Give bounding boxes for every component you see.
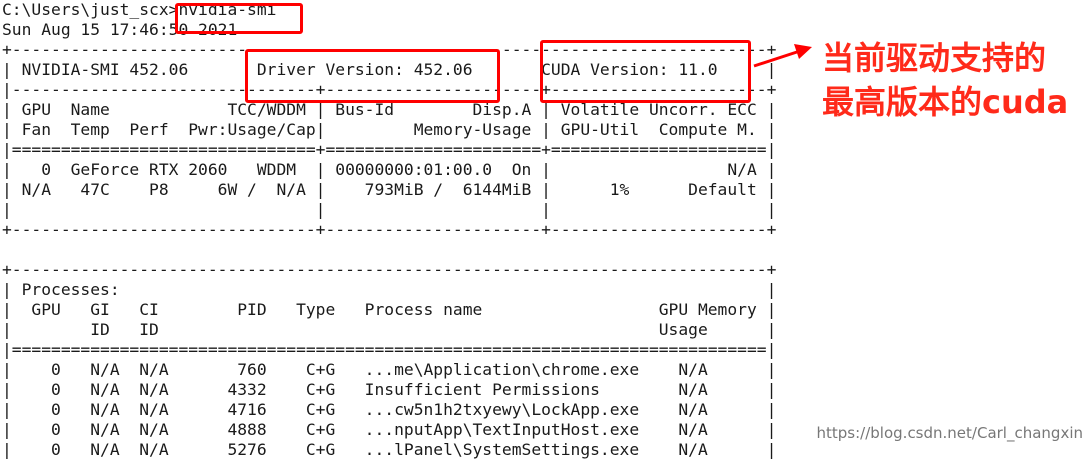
watermark: https://blog.csdn.net/Carl_changxin [816, 424, 1083, 442]
terminal-line: Sun Aug 15 17:46:50 2021 [2, 20, 238, 39]
terminal-line: | | | | [2, 200, 777, 219]
callout-annotation: 当前驱动支持的 最高版本的cuda [822, 36, 1068, 124]
terminal-line: | GPU Name TCC/WDDM | Bus-Id Disp.A | Vo… [2, 100, 777, 119]
terminal-line: | 0 GeForce RTX 2060 WDDM | 00000000:01:… [2, 160, 777, 179]
arrow-icon [753, 44, 812, 68]
terminal-line: | N/A 47C P8 6W / N/A | 793MiB / 6144MiB… [2, 180, 777, 199]
terminal-line: |===============================+=======… [2, 140, 777, 159]
terminal-line: | 0 N/A N/A 5276 C+G ...lPanel\SystemSet… [2, 440, 777, 459]
terminal-line: | 0 N/A N/A 4888 C+G ...nputApp\TextInpu… [2, 420, 777, 439]
terminal-line: +---------------------------------------… [2, 260, 777, 279]
terminal-line: | 0 N/A N/A 760 C+G ...me\Application\ch… [2, 360, 777, 379]
terminal-line: | 0 N/A N/A 4716 C+G ...cw5n1h2txyewy\Lo… [2, 400, 777, 419]
terminal-line: |-------------------------------+-------… [2, 80, 777, 99]
terminal-line: | Fan Temp Perf Pwr:Usage/Cap| Memory-Us… [2, 120, 777, 139]
callout-line-2: 最高版本的cuda [822, 83, 1069, 121]
terminal-line: | ID ID Usage | [2, 320, 777, 339]
terminal-line: | GPU GI CI PID Type Process name GPU Me… [2, 300, 777, 319]
terminal-line: +-------------------------------+-------… [2, 220, 777, 239]
terminal-output: C:\Users\just_scx>nvidia-smi Sun Aug 15 1… [2, 0, 776, 460]
terminal-line: C:\Users\just_scx>nvidia-smi [2, 0, 277, 19]
terminal-line: | Processes: | [2, 280, 777, 299]
terminal-line: +---------------------------------------… [2, 40, 777, 59]
terminal-line: | NVIDIA-SMI 452.06 Driver Version: 452.… [2, 60, 777, 79]
terminal-line: | 0 N/A N/A 4332 C+G Insufficient Permis… [2, 380, 777, 399]
callout-line-1: 当前驱动支持的 [822, 39, 1047, 77]
terminal-line: |=======================================… [2, 340, 777, 359]
